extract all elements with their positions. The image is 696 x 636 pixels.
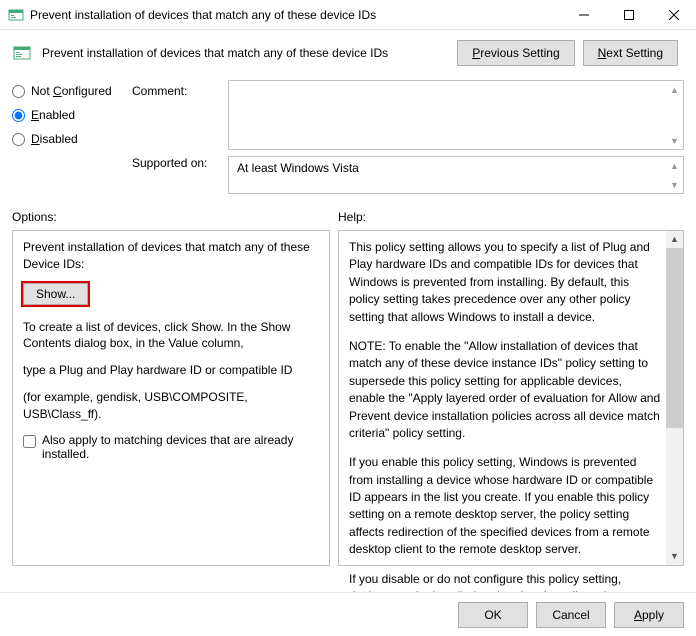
titlebar: Prevent installation of devices that mat…	[0, 0, 696, 30]
config-section: Not Configured Enabled Disabled Comment:…	[0, 74, 696, 198]
radio-disabled-input[interactable]	[12, 133, 25, 146]
policy-heading: Prevent installation of devices that mat…	[42, 46, 447, 60]
supported-field: At least Windows Vista ▲ ▼	[228, 156, 684, 194]
help-text-1: This policy setting allows you to specif…	[349, 239, 661, 326]
help-text-3: If you enable this policy setting, Windo…	[349, 454, 661, 558]
app-icon	[8, 7, 24, 23]
cancel-button[interactable]: Cancel	[536, 602, 606, 628]
supported-scrollbar[interactable]: ▲ ▼	[666, 157, 683, 193]
scroll-up-icon[interactable]: ▲	[666, 81, 683, 98]
scroll-up-icon[interactable]: ▲	[666, 157, 683, 174]
show-button[interactable]: Show...	[23, 283, 88, 305]
maximize-button[interactable]	[606, 0, 651, 30]
radio-enabled[interactable]: Enabled	[12, 108, 124, 122]
section-labels: Options: Help:	[0, 204, 696, 230]
field-labels: Comment: Supported on:	[132, 80, 220, 194]
comment-label: Comment:	[132, 84, 220, 98]
radio-disabled[interactable]: Disabled	[12, 132, 124, 146]
radio-enabled-input[interactable]	[12, 109, 25, 122]
state-radios: Not Configured Enabled Disabled	[12, 80, 124, 194]
close-button[interactable]	[651, 0, 696, 30]
panels: Prevent installation of devices that mat…	[0, 230, 696, 566]
options-label: Options:	[12, 210, 338, 224]
ok-button[interactable]: OK	[458, 602, 528, 628]
scroll-down-icon[interactable]: ▼	[666, 132, 683, 149]
comment-field[interactable]: ▲ ▼	[228, 80, 684, 150]
scroll-thumb[interactable]	[666, 248, 683, 428]
also-apply-label: Also apply to matching devices that are …	[42, 433, 319, 461]
options-text-1: Prevent installation of devices that mat…	[23, 239, 319, 273]
scroll-up-icon[interactable]: ▲	[666, 231, 683, 248]
radio-not-configured[interactable]: Not Configured	[12, 84, 124, 98]
options-text-3: type a Plug and Play hardware ID or comp…	[23, 362, 319, 379]
scroll-down-icon[interactable]: ▼	[666, 176, 683, 193]
window-title: Prevent installation of devices that mat…	[30, 8, 561, 22]
supported-label: Supported on:	[132, 156, 220, 170]
comment-scrollbar[interactable]: ▲ ▼	[666, 81, 683, 149]
previous-setting-button[interactable]: Previous Setting	[457, 40, 574, 66]
help-panel: This policy setting allows you to specif…	[338, 230, 684, 566]
options-text-4: (for example, gendisk, USB\COMPOSITE, US…	[23, 389, 319, 423]
radio-not-configured-input[interactable]	[12, 85, 25, 98]
also-apply-checkbox[interactable]	[23, 435, 36, 448]
header: Prevent installation of devices that mat…	[0, 30, 696, 74]
options-text-2: To create a list of devices, click Show.…	[23, 319, 319, 353]
help-text-2: NOTE: To enable the "Allow installation …	[349, 338, 661, 442]
next-setting-button[interactable]: Next Setting	[583, 40, 678, 66]
options-panel: Prevent installation of devices that mat…	[12, 230, 330, 566]
also-apply-row: Also apply to matching devices that are …	[23, 433, 319, 461]
minimize-button[interactable]	[561, 0, 606, 30]
field-values: ▲ ▼ At least Windows Vista ▲ ▼	[228, 80, 684, 194]
policy-icon	[12, 43, 32, 63]
footer: OK Cancel Apply	[0, 592, 696, 636]
supported-value: At least Windows Vista	[237, 161, 359, 175]
help-label: Help:	[338, 210, 366, 224]
help-scrollbar[interactable]: ▲ ▼	[666, 231, 683, 565]
apply-button[interactable]: Apply	[614, 602, 684, 628]
scroll-down-icon[interactable]: ▼	[666, 548, 683, 565]
